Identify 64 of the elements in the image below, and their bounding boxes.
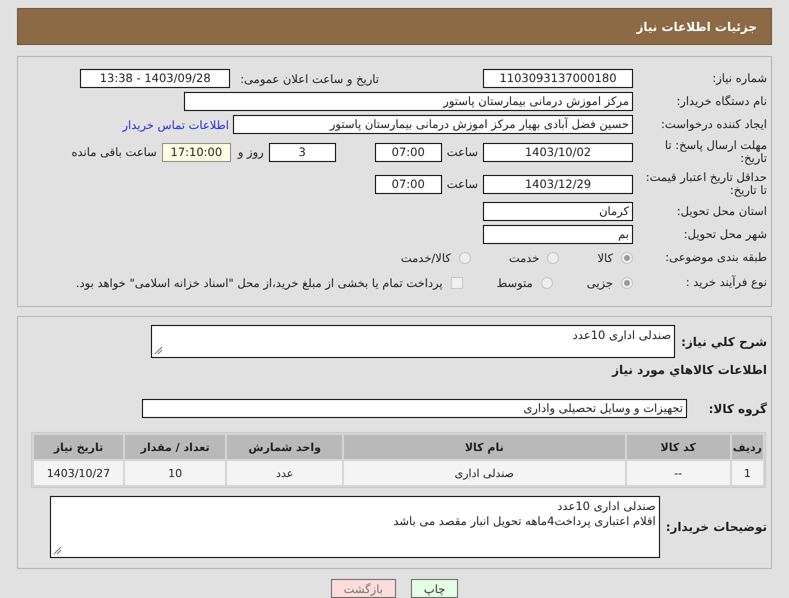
column-header: کد کالا: [626, 435, 730, 459]
column-header: تعداد / مقدار: [124, 435, 226, 459]
print-button[interactable]: چاپ: [410, 579, 458, 598]
resize-grip-icon[interactable]: [154, 346, 164, 355]
radio-button[interactable]: [458, 252, 471, 264]
field-label: تاریخ و ساعت اعلان عمومی:: [240, 72, 379, 86]
column-header: واحد شمارش: [227, 435, 342, 459]
resize-grip-icon[interactable]: [52, 546, 62, 555]
table-cell: صندلی اداری: [344, 461, 625, 485]
table-cell: --: [626, 461, 730, 485]
table-cell: عدد: [227, 461, 342, 485]
column-header: ردیف: [732, 435, 763, 459]
radio-button[interactable]: [621, 252, 633, 264]
column-header: تاریخ نیاز: [34, 435, 123, 459]
days-field: 3: [268, 142, 336, 162]
radio-button[interactable]: [621, 276, 633, 288]
field-label: شماره نیاز:: [711, 72, 768, 85]
field-label: مهلت ارسال پاسخ: تا تاریخ:: [664, 139, 768, 165]
reply-time-field: 07:00: [374, 142, 442, 162]
time-label: ساعت: [446, 145, 478, 159]
notes-line: صندلی اداری 10عدد: [556, 499, 656, 514]
remaining-label: ساعت باقی مانده: [72, 145, 157, 159]
radio-button[interactable]: [547, 252, 560, 264]
reply-date-field: 1403/10/02: [483, 142, 633, 162]
days-label: روز و: [238, 145, 264, 159]
remaining-time-field: 17:10:00: [162, 142, 231, 162]
checkbox[interactable]: [450, 276, 463, 288]
option-label: خدمت: [508, 250, 540, 264]
field-label: استان محل تحویل:: [676, 205, 768, 218]
page-header: جزئیات اطلاعات نیاز: [17, 8, 772, 45]
requester-field: حسین فضل آبادی بهیار مرکز اموزش درمانی بیمارستان پاستور: [233, 115, 633, 134]
option-label: جزیی: [586, 276, 613, 290]
summary-text: صندلی اداری 10عدد: [572, 328, 672, 342]
buyer-org-field: مرکز اموزش درمانی بیمارستان پاستور: [184, 92, 633, 111]
buyer-notes-label: توضیحات خریدار:: [666, 520, 768, 534]
field-label: نام دستگاه خریدار:: [675, 95, 768, 108]
table-cell: 1: [732, 461, 763, 485]
validity-time-field: 07:00: [374, 174, 442, 194]
table-cell: 10: [124, 461, 226, 485]
radio-button[interactable]: [540, 276, 553, 288]
need-number-field: 1103093137000180: [483, 69, 633, 88]
back-button[interactable]: بازگشت: [330, 579, 396, 598]
option-label: کالا: [597, 250, 613, 264]
goods-group-label: گروه کالا:: [708, 402, 768, 416]
checkbox-label: پرداخت تمام یا بخشی از مبلغ خرید،از محل "اسناد خزانه اسلامی" خواهد بود.: [76, 276, 443, 290]
goods-group-field: تجهیزات و وسایل تحصیلی واداری: [142, 399, 687, 418]
validity-date-field: 1403/12/29: [483, 174, 633, 194]
city-field: بم: [483, 225, 633, 244]
column-header: نام کالا: [344, 435, 625, 459]
table-cell: 1403/10/27: [34, 461, 123, 485]
contact-link[interactable]: اطلاعات تماس خریدار: [122, 118, 229, 132]
announce-date-field: 1403/09/28 - 13:38: [80, 69, 230, 88]
summary-label: شرح کلي نياز:: [681, 334, 768, 348]
province-field: کرمان: [483, 202, 633, 221]
field-label: ایجاد کننده درخواست:: [660, 118, 768, 131]
section-title: اطلاعات کالاهاي مورد نياز: [610, 363, 768, 377]
notes-line: اقلام اعتباری پرداخت4ماهه تحویل انبار مقصد می باشد: [392, 514, 656, 529]
field-label: نوع فرآیند خرید :: [684, 276, 768, 289]
field-label: حداقل تاریخ اعتبار قیمت: تا تاریخ:: [644, 171, 768, 197]
field-label: طبقه بندی موضوعی:: [664, 251, 768, 264]
field-label: شهر محل تحویل:: [682, 228, 768, 241]
time-label: ساعت: [446, 177, 478, 191]
option-label: کالا/خدمت: [400, 250, 451, 264]
option-label: متوسط: [496, 276, 533, 290]
